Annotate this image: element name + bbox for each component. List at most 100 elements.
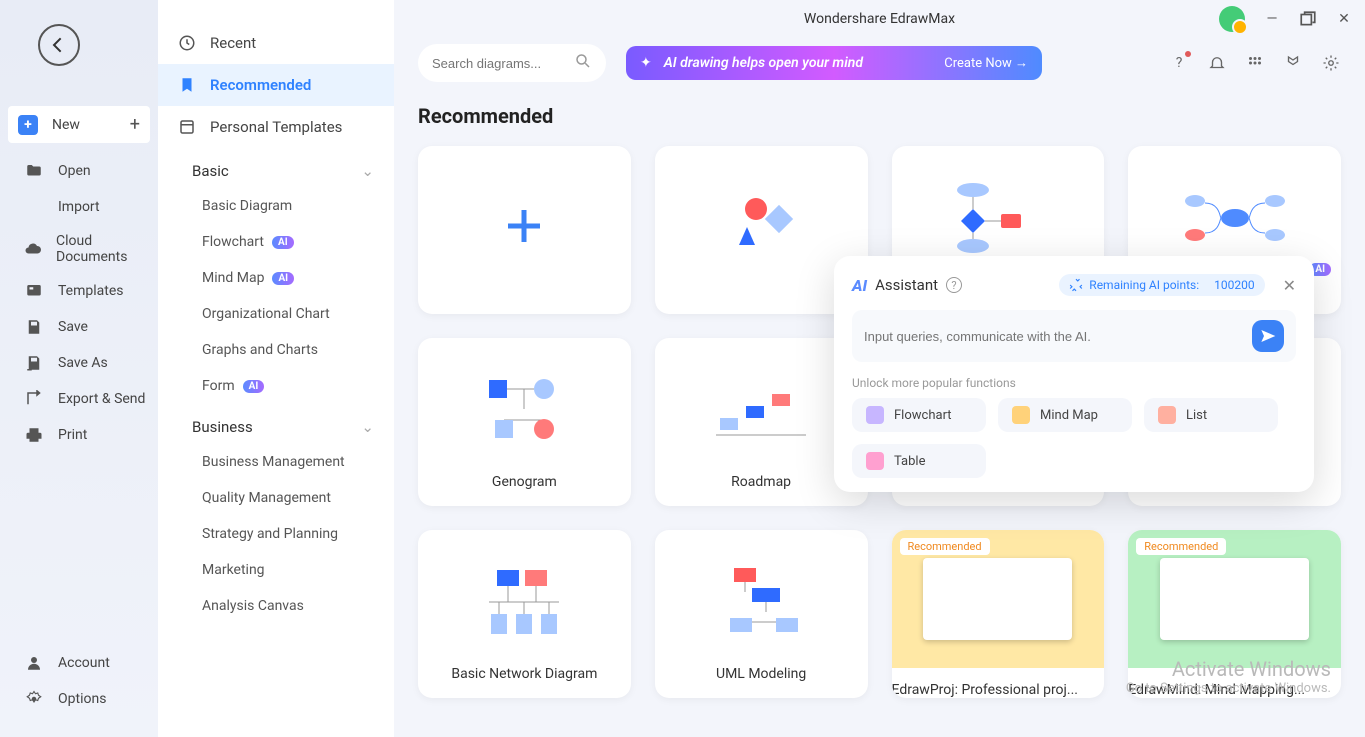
card-label: EdrawMind: Mind Mapping... [1128, 674, 1341, 698]
help-mini-icon[interactable]: ? [946, 277, 962, 293]
section-title: Recommended [418, 104, 1341, 128]
cat-basic-diagram[interactable]: Basic Diagram [158, 188, 394, 224]
card-thumbnail [665, 544, 858, 660]
ai-logo-icon: AI [852, 276, 867, 295]
sparkle-icon: ✦ [640, 55, 652, 71]
nav-recommended[interactable]: Recommended [158, 64, 394, 106]
menu-label: Open [58, 163, 91, 179]
export-icon [24, 389, 44, 409]
section-basic[interactable]: Basic ⌄ [158, 148, 394, 188]
section-business[interactable]: Business ⌄ [158, 404, 394, 444]
cat-business-management[interactable]: Business Management [158, 444, 394, 480]
menu-label: Cloud Documents [56, 233, 146, 265]
card-thumbnail [428, 160, 621, 292]
template-card[interactable]: Genogram [418, 338, 631, 506]
cat-analysis-canvas[interactable]: Analysis Canvas [158, 588, 394, 624]
nav-label: Personal Templates [210, 118, 342, 136]
menu-cloud-documents[interactable]: Cloud Documents [0, 225, 158, 273]
menu-save-as[interactable]: Save As [0, 345, 158, 381]
add-plus-icon[interactable]: + [130, 114, 140, 135]
assistant-send-button[interactable] [1252, 320, 1284, 352]
chip-label: Mind Map [1040, 408, 1098, 423]
menu-label: Templates [58, 283, 124, 299]
category-sidebar: Recent Recommended Personal Templates Ba… [158, 0, 394, 737]
card-thumbnail [665, 160, 858, 292]
menu-templates[interactable]: Templates [0, 273, 158, 309]
folder-icon [24, 161, 44, 181]
chip-icon [866, 406, 884, 424]
banner-text: AI drawing helps open your mind [664, 55, 863, 71]
theme-icon[interactable] [1283, 53, 1303, 73]
menu-label: Save As [58, 355, 108, 371]
template-card[interactable]: Basic Network Diagram [418, 530, 631, 698]
card-thumbnail [428, 544, 621, 660]
ai-badge: AI [243, 380, 265, 393]
section-label: Basic [192, 162, 229, 180]
assistant-title: Assistant [875, 276, 938, 294]
cat-quality-management[interactable]: Quality Management [158, 480, 394, 516]
template-card[interactable]: Recommended EdrawProj: Professional proj… [892, 530, 1105, 698]
assistant-chip[interactable]: List [1144, 398, 1278, 432]
menu-label: New [52, 117, 80, 133]
apps-icon[interactable] [1245, 53, 1265, 73]
cat-strategy-planning[interactable]: Strategy and Planning [158, 516, 394, 552]
template-icon [178, 118, 196, 136]
window-minimize[interactable]: — [1263, 10, 1281, 28]
print-icon [24, 425, 44, 445]
menu-new[interactable]: + New + [8, 106, 150, 143]
menu-label: Print [58, 427, 87, 443]
cat-flowchart[interactable]: FlowchartAI [158, 224, 394, 260]
window-close[interactable]: ✕ [1335, 10, 1353, 28]
cat-mind-map[interactable]: Mind MapAI [158, 260, 394, 296]
avatar[interactable] [1219, 6, 1245, 32]
settings-icon[interactable] [1321, 53, 1341, 73]
assistant-close[interactable]: ✕ [1283, 276, 1296, 295]
menu-label: Import [58, 199, 100, 215]
assistant-chips: Flowchart Mind Map List Table [852, 398, 1296, 478]
menu-print[interactable]: Print [0, 417, 158, 453]
template-card[interactable] [418, 146, 631, 314]
assistant-input-row [852, 310, 1296, 362]
chip-label: Table [894, 454, 925, 469]
card-label: EdrawProj: Professional proj... [892, 674, 1105, 698]
nav-label: Recommended [210, 76, 311, 94]
bookmark-icon [178, 76, 196, 94]
menu-import[interactable]: Import [0, 189, 158, 225]
template-card[interactable]: UML Modeling [655, 530, 868, 698]
cat-marketing[interactable]: Marketing [158, 552, 394, 588]
chip-icon [1158, 406, 1176, 424]
cat-form[interactable]: FormAI [158, 368, 394, 404]
window-maximize[interactable] [1299, 10, 1317, 28]
cat-graphs-charts[interactable]: Graphs and Charts [158, 332, 394, 368]
ai-points-pill[interactable]: Remaining AI points: 100200 [1059, 274, 1264, 296]
chip-icon [1012, 406, 1030, 424]
search-box[interactable] [418, 44, 606, 82]
menu-options[interactable]: Options [0, 681, 158, 717]
cloud-icon [24, 239, 42, 259]
cat-org-chart[interactable]: Organizational Chart [158, 296, 394, 332]
assistant-chip[interactable]: Flowchart [852, 398, 986, 432]
back-button[interactable] [38, 24, 80, 66]
help-icon[interactable]: ? [1169, 53, 1189, 73]
assistant-input[interactable] [864, 329, 1242, 344]
template-card[interactable]: Recommended EdrawMind: Mind Mapping... [1128, 530, 1341, 698]
save-as-icon [24, 353, 44, 373]
search-input[interactable] [432, 56, 574, 71]
account-icon [24, 653, 44, 673]
assistant-chip[interactable]: Table [852, 444, 986, 478]
menu-label: Options [58, 691, 106, 707]
menu-account[interactable]: Account [0, 645, 158, 681]
menu-export-send[interactable]: Export & Send [0, 381, 158, 417]
bell-icon[interactable] [1207, 53, 1227, 73]
file-sidebar: + New + Open Import Cloud Documents Temp… [0, 0, 158, 737]
ai-assistant-panel: AI Assistant ? Remaining AI points: 1002… [834, 256, 1314, 492]
card-label: UML Modeling [716, 666, 806, 682]
ai-banner[interactable]: ✦ AI drawing helps open your mind Create… [626, 46, 1042, 80]
assistant-chip[interactable]: Mind Map [998, 398, 1132, 432]
nav-recent[interactable]: Recent [158, 22, 394, 64]
menu-open[interactable]: Open [0, 153, 158, 189]
nav-personal-templates[interactable]: Personal Templates [158, 106, 394, 148]
menu-label: Export & Send [58, 391, 145, 407]
menu-save[interactable]: Save [0, 309, 158, 345]
gear-icon [24, 689, 44, 709]
